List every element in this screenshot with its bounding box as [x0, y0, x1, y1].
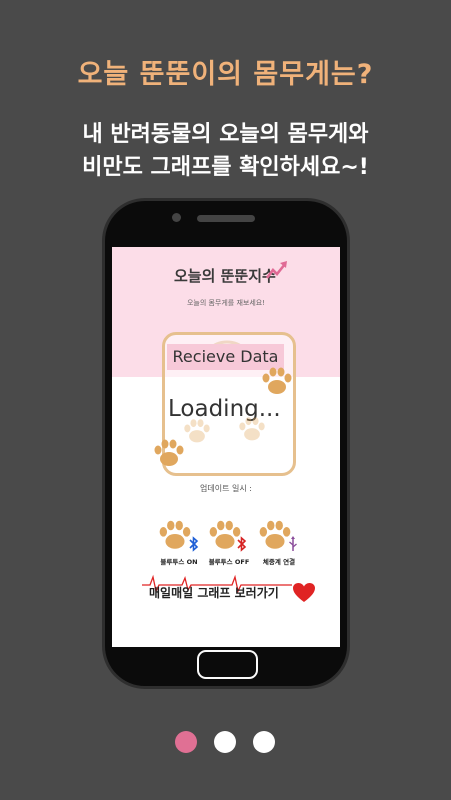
phone-mockup: 오늘의 뚠뚠지수 오늘의 몸무게를 재보세요! Recieve Data Loa… — [105, 201, 347, 686]
bluetooth-off-label: 블루투스 OFF — [208, 558, 250, 566]
subheadline: 내 반려동물의 오늘의 몸무게와 비만도 그래프를 확인하세요~! — [0, 118, 451, 184]
paw-icon — [159, 520, 191, 549]
daily-graph-link[interactable]: 매일매일 그래프 보러가기 — [142, 573, 322, 613]
trend-arrow-icon — [266, 261, 287, 279]
app-logo: 오늘의 뚠뚠지수 — [174, 267, 276, 285]
page-dot-active[interactable] — [175, 731, 197, 753]
page-dot[interactable] — [253, 731, 275, 753]
bluetooth-on-button[interactable]: 블루투스 ON — [157, 518, 201, 566]
subheadline-line-2: 비만도 그래프를 확인하세요~! — [82, 155, 369, 180]
bluetooth-off-button[interactable]: 블루투스 OFF — [207, 518, 251, 566]
daily-graph-text: 매일매일 그래프 보러가기 — [149, 586, 279, 600]
app-screen: 오늘의 뚠뚠지수 오늘의 몸무게를 재보세요! Recieve Data Loa… — [112, 247, 340, 647]
bluetooth-icon — [189, 536, 199, 552]
bluetooth-off-icon — [237, 536, 247, 552]
home-button[interactable] — [197, 650, 258, 679]
speaker-grille — [197, 215, 255, 222]
page-dot[interactable] — [214, 731, 236, 753]
app-subtitle: 오늘의 몸무게를 재보세요! — [186, 299, 266, 307]
update-time-label: 업데이트 일시 : — [200, 484, 252, 493]
heart-icon — [293, 583, 315, 602]
headline: 오늘 뚠뚠이의 몸무게는? — [77, 59, 374, 90]
paw-icon — [154, 439, 184, 466]
paw-icon — [262, 367, 292, 394]
scale-connect-label: 체중계 연결 — [262, 558, 296, 566]
subheadline-line-1: 내 반려동물의 오늘의 몸무게와 — [82, 122, 369, 147]
bluetooth-on-label: 블루투스 ON — [160, 558, 198, 566]
camera-icon — [172, 213, 181, 222]
scale-connect-button[interactable]: 체중계 연결 — [257, 518, 301, 566]
faded-paw-icon — [239, 417, 265, 441]
faded-paw-icon — [184, 419, 210, 443]
usb-icon — [289, 536, 297, 551]
